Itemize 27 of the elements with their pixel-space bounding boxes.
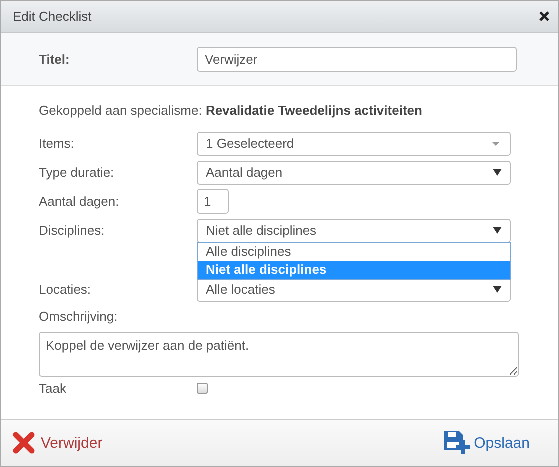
checkbox-label: Taak xyxy=(39,380,68,396)
select-dropdown[interactable]: Aantal dagen xyxy=(197,160,511,184)
window-title: Edit Checklist xyxy=(13,9,92,24)
close-icon xyxy=(13,432,35,454)
caret-icon xyxy=(493,169,502,176)
save-button[interactable]: Opslaan xyxy=(442,429,532,457)
field-label: Disciplines: xyxy=(39,223,106,238)
caret-icon xyxy=(493,227,502,234)
caret-icon xyxy=(493,286,502,293)
field-label: Type duratie: xyxy=(39,165,116,180)
multiselect-dropdown[interactable]: 1 Geselecteerd xyxy=(197,132,511,156)
delete-button[interactable]: Verwijder xyxy=(11,430,105,456)
field-label: Items: xyxy=(39,136,76,151)
caret-icon xyxy=(492,142,500,146)
task-checkbox[interactable] xyxy=(197,382,208,394)
title-field[interactable]: Verwijzer xyxy=(197,46,517,72)
dropdown-option[interactable]: Alle disciplines xyxy=(198,243,510,261)
field-label: Aantal dagen: xyxy=(39,194,120,209)
select-dropdown[interactable]: Niet alle disciplines xyxy=(197,218,511,242)
field-label: Locaties: xyxy=(39,282,92,297)
field-label: Omschrijving: xyxy=(39,308,119,326)
linked-text: Gekoppeld aan specialisme: Revalidatie Tweedelijns activiteiten xyxy=(39,103,424,120)
number-field[interactable]: 1 xyxy=(197,189,229,214)
save-icon xyxy=(444,431,472,455)
description-field[interactable]: Koppel de verwijzer aan de patiënt. xyxy=(39,332,519,377)
field-label: Titel: xyxy=(39,52,71,66)
close-icon[interactable] xyxy=(539,11,550,22)
